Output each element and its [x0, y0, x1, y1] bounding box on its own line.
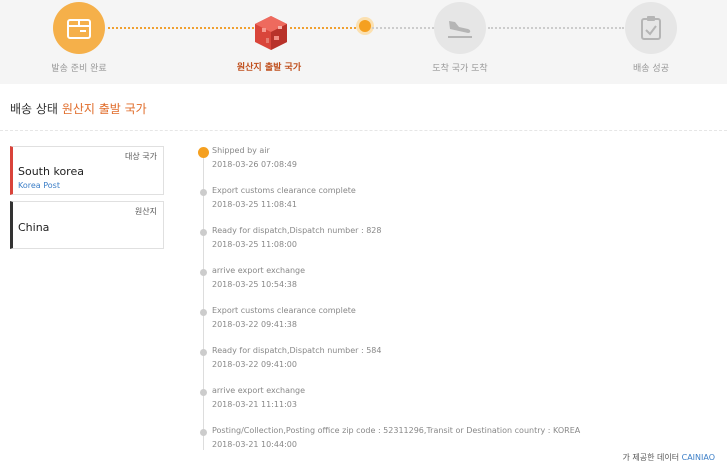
event-marker: [200, 309, 207, 316]
step-ready-label: 발송 준비 완료: [51, 64, 107, 74]
event-description: Shipped by air: [212, 146, 270, 155]
event-time: 2018-03-25 11:08:00: [212, 240, 297, 249]
current-position-dot: [359, 20, 371, 32]
step-ready-circle: [53, 2, 105, 54]
event-time: 2018-03-26 07:08:49: [212, 160, 297, 169]
carrier-link[interactable]: Korea Post: [18, 181, 60, 190]
event-marker: [200, 189, 207, 196]
clipboard-check-icon: [640, 15, 662, 41]
event-marker: [200, 389, 207, 396]
destination-tag: 대상 국가: [125, 152, 157, 161]
progress-connector: [372, 27, 434, 29]
event-time: 2018-03-22 09:41:00: [212, 360, 297, 369]
step-arrived-circle: [434, 2, 486, 54]
cube-icon: [252, 14, 290, 52]
step-delivered-circle: [625, 2, 677, 54]
origin-card: 원산지 China: [10, 201, 164, 249]
event-description: Posting/Collection,Posting office zip co…: [212, 426, 581, 435]
origin-tag: 원산지: [134, 207, 157, 216]
progress-connector: [290, 27, 360, 29]
progress-connector: [108, 27, 254, 29]
event-marker: [200, 229, 207, 236]
event-description: Ready for dispatch,Dispatch number : 584: [212, 346, 382, 355]
data-source-credit: 가 제공한 데이터 CAINIAO: [622, 452, 715, 463]
event-description: Export customs clearance complete: [212, 306, 356, 315]
event-marker: [200, 429, 207, 436]
event-description: Ready for dispatch,Dispatch number : 828: [212, 226, 382, 235]
destination-card: 대상 국가 South korea Korea Post: [10, 146, 164, 195]
event-marker: [200, 349, 207, 356]
event-marker: [200, 269, 207, 276]
event-description: arrive export exchange: [212, 386, 306, 395]
package-icon: [66, 16, 92, 40]
step-departed-label: 원산지 출발 국가: [236, 63, 302, 73]
status-prefix: 배송 상태: [10, 102, 58, 116]
shipping-status-heading: 배송 상태 원산지 출발 국가: [10, 100, 147, 117]
event-time: 2018-03-21 11:11:03: [212, 400, 297, 409]
cainiao-link[interactable]: CAINIAO: [682, 453, 715, 462]
event-time: 2018-03-25 11:08:41: [212, 200, 297, 209]
event-time: 2018-03-22 09:41:38: [212, 320, 297, 329]
credit-prefix: 가 제공한 데이터: [622, 453, 680, 462]
divider: [0, 130, 727, 131]
status-highlight: 원산지 출발 국가: [61, 102, 147, 116]
event-time: 2018-03-21 10:44:00: [212, 440, 297, 449]
origin-country: China: [18, 221, 50, 234]
step-arrived-label: 도착 국가 도착: [432, 64, 488, 74]
event-time: 2018-03-25 10:54:38: [212, 280, 297, 289]
destination-country: South korea: [18, 165, 84, 178]
event-description: Export customs clearance complete: [212, 186, 356, 195]
shipping-progress-bar: 발송 준비 완료 원산지 출발 국가 도착 국가 도착 배송 성공: [0, 0, 727, 84]
step-delivered-label: 배송 성공: [633, 64, 669, 74]
event-description: arrive export exchange: [212, 266, 306, 275]
plane-landing-icon: [446, 17, 474, 39]
current-event-marker: [198, 147, 209, 158]
progress-connector: [488, 27, 624, 29]
